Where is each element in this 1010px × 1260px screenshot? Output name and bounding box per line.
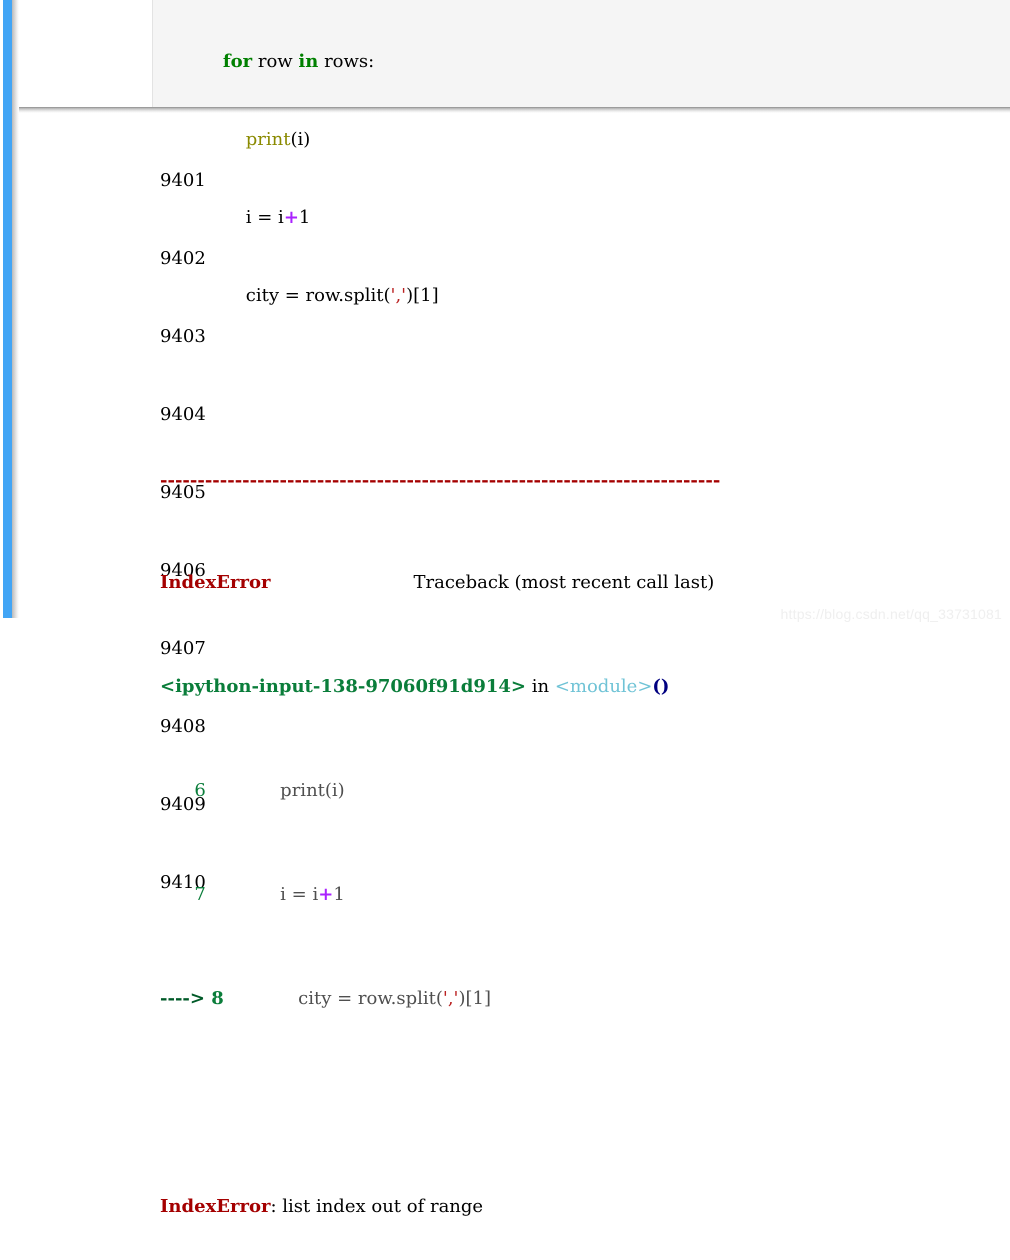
traceback-line-number: 7 [194, 884, 206, 905]
traceback-final-error-name: IndexError [160, 1196, 271, 1217]
traceback-source-line: 7 i = i+1 [160, 882, 1010, 908]
output-line: 9403 [160, 326, 206, 347]
traceback-final-message: list index out of range [282, 1196, 484, 1217]
output-line: 9401 [160, 170, 206, 191]
traceback-source-line: 6 print(i) [160, 778, 1010, 804]
traceback-marker-pad [160, 780, 194, 801]
code-token-keyword: in [298, 51, 319, 72]
code-input-cell[interactable]: for row in rows: print(i) i = i+1 city =… [152, 0, 1010, 306]
traceback-code-token: city = row.split( [252, 988, 443, 1009]
code-token: row [252, 51, 299, 72]
traceback-rule: ----------------------------------------… [160, 470, 721, 491]
traceback-code-token-operator: + [318, 884, 334, 905]
selected-cell-indicator-shadow [12, 0, 19, 618]
traceback-error-name: IndexError [160, 572, 271, 593]
traceback-frame-scope: <module> [554, 676, 653, 697]
traceback-header-spacer [270, 572, 413, 593]
traceback-final-row: IndexError: list index out of range [160, 1194, 1010, 1220]
traceback-gap [206, 884, 235, 905]
traceback-frame-filename: <ipython-input-138-97060f91d914> [160, 676, 527, 697]
traceback-frame-row: <ipython-input-138-97060f91d914> in <mod… [160, 674, 1010, 700]
output-line: 9402 [160, 248, 206, 269]
traceback-summary: Traceback (most recent call last) [413, 572, 715, 593]
traceback-final-separator: : [270, 1196, 283, 1217]
code-cell-bottom-shadow [19, 107, 1010, 113]
traceback-frame-in: in [526, 676, 555, 697]
traceback-marker-pad [160, 884, 194, 905]
traceback-header-row: IndexError Traceback (most recent call l… [160, 570, 1010, 596]
traceback-gap [206, 780, 235, 801]
watermark-text: https://blog.csdn.net/qq_33731081 [780, 606, 1002, 622]
cell-output-traceback: ----------------------------------------… [160, 390, 1010, 1260]
traceback-current-line-arrow: ----> [160, 988, 212, 1009]
traceback-gap [224, 988, 253, 1009]
traceback-code-token-string: ',' [442, 988, 459, 1009]
traceback-code-token: )[1] [458, 988, 492, 1009]
code-token: rows: [318, 51, 375, 72]
traceback-frame-parens: () [652, 676, 670, 697]
traceback-line-number: 6 [194, 780, 206, 801]
traceback-code-token: print(i) [234, 780, 345, 801]
selected-cell-indicator-bar [3, 0, 12, 618]
code-line: for row in rows: [200, 49, 439, 75]
traceback-code-token: 1 [333, 884, 345, 905]
traceback-line-number: 8 [211, 988, 224, 1009]
traceback-blank-line [160, 1090, 1010, 1116]
traceback-source-line-current: ----> 8 city = row.split(',')[1] [160, 986, 1010, 1012]
traceback-code-token: i = i [234, 884, 319, 905]
code-token-keyword: for [222, 51, 253, 72]
